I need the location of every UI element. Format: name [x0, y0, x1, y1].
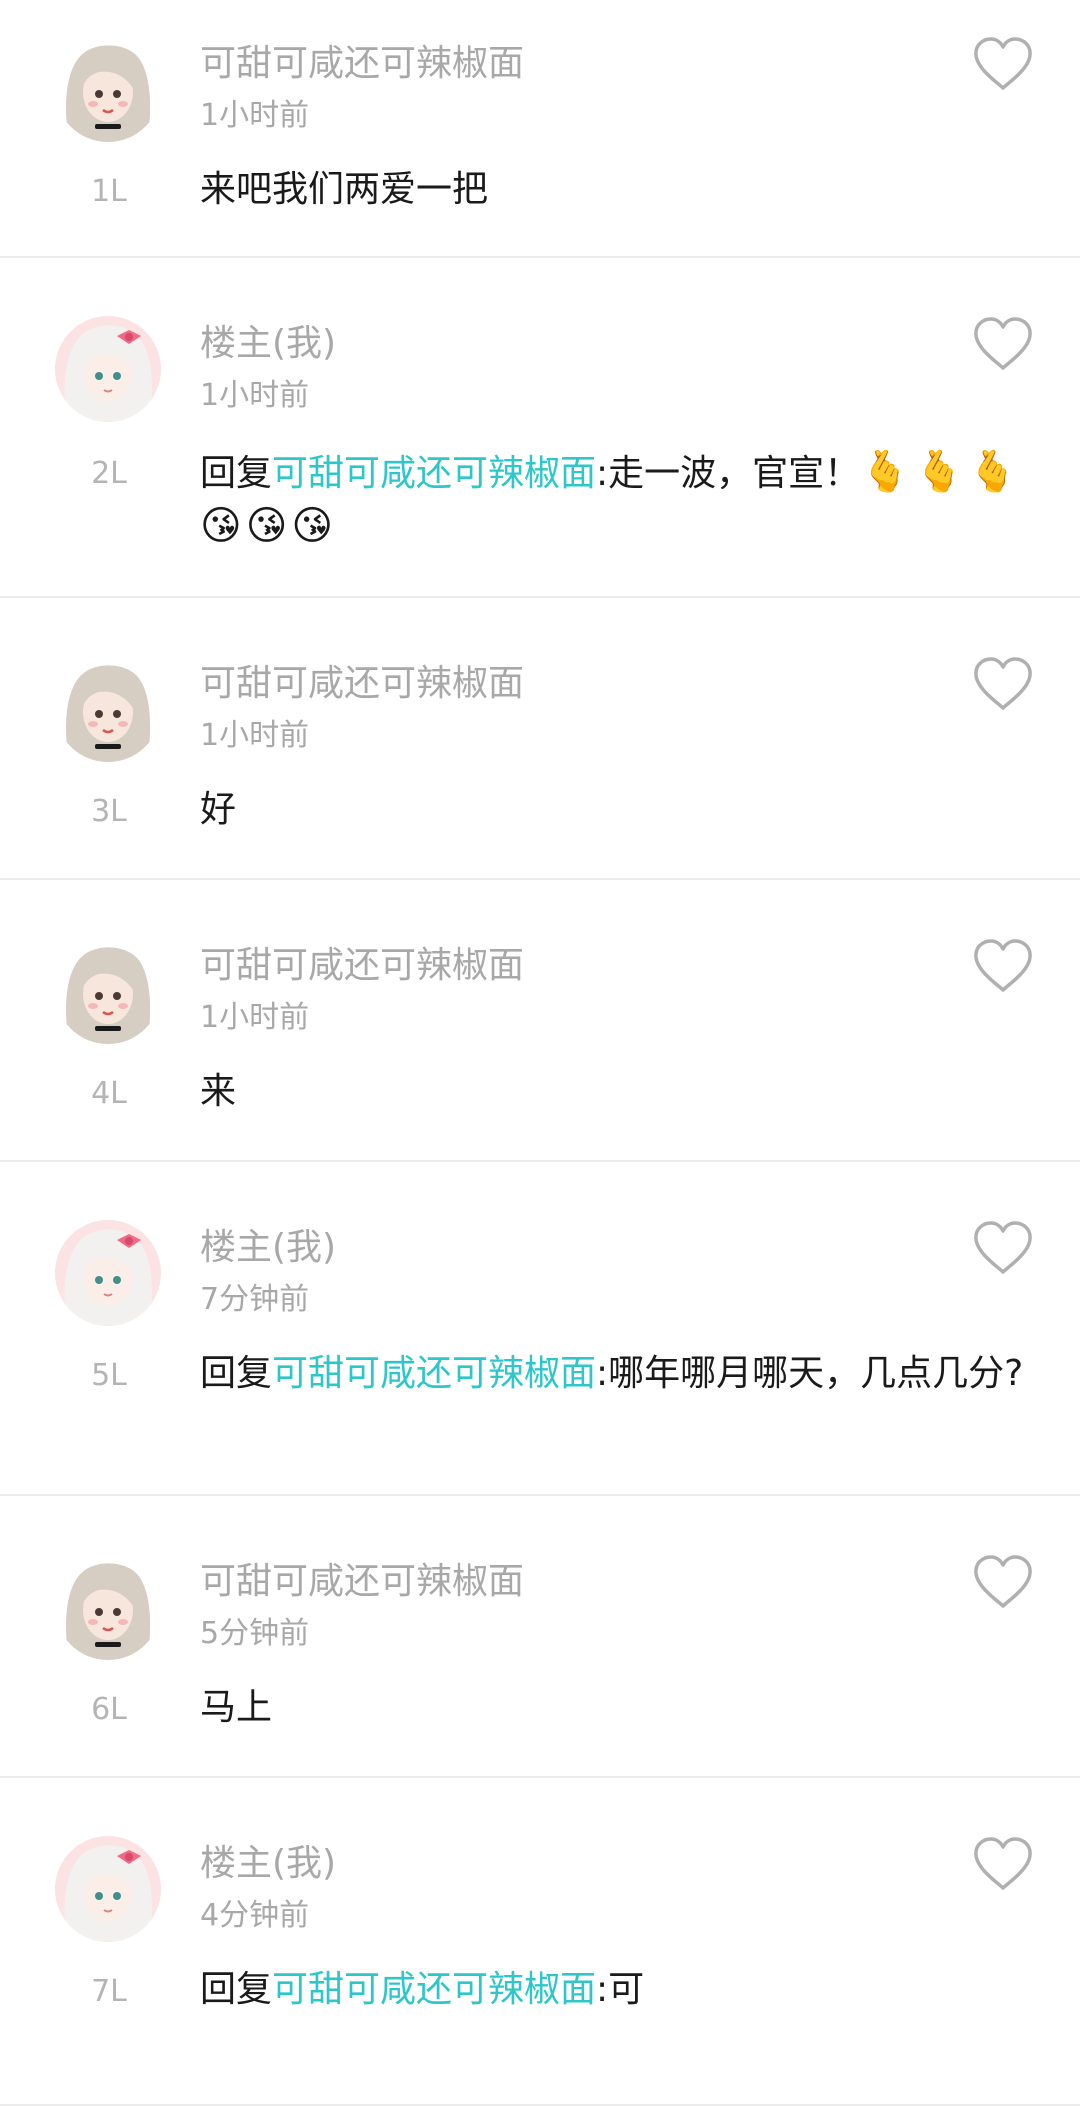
- owner-avatar-icon: [55, 1220, 161, 1326]
- floor-number: 4L: [91, 1076, 127, 1111]
- heart-outline-icon: [974, 1221, 1032, 1274]
- username[interactable]: 楼主(我): [200, 322, 336, 366]
- like-button[interactable]: [972, 1836, 1034, 1892]
- comment-body: 马上: [200, 1687, 273, 1728]
- timestamp: 7分钟前: [200, 1282, 310, 1317]
- comment-text: 回复可甜可咸还可辣椒面:可: [200, 1964, 1030, 2016]
- floor-number: 2L: [91, 456, 127, 491]
- floor-number: 5L: [91, 1358, 127, 1393]
- like-button[interactable]: [972, 36, 1034, 92]
- comment-item: 可甜可咸还可辣椒面 1小时前 3L 好: [0, 598, 1080, 880]
- comment-body: 来吧我们两爱一把: [200, 169, 489, 210]
- comment-list: 可甜可咸还可辣椒面 1小时前 1L 来吧我们两爱一把 楼主(我) 1小时前 2L…: [0, 0, 1080, 2106]
- girl-avatar-icon: [55, 36, 161, 142]
- username[interactable]: 楼主(我): [200, 1842, 336, 1886]
- like-button[interactable]: [972, 938, 1034, 994]
- comment-body: 来: [200, 1071, 237, 1112]
- heart-outline-icon: [974, 939, 1032, 992]
- comment-item: 可甜可咸还可辣椒面 1小时前 4L 来: [0, 880, 1080, 1162]
- heart-outline-icon: [974, 1555, 1032, 1608]
- girl-avatar-icon: [55, 938, 161, 1044]
- like-button[interactable]: [972, 1220, 1034, 1276]
- comment-body: :可: [596, 1969, 645, 2010]
- comment-body: :走一波，官宣！: [596, 453, 861, 494]
- floor-number: 3L: [91, 794, 127, 829]
- avatar[interactable]: [55, 938, 161, 1044]
- timestamp: 1小时前: [200, 378, 310, 413]
- like-button[interactable]: [972, 656, 1034, 712]
- timestamp: 1小时前: [200, 98, 310, 133]
- owner-avatar-icon: [55, 316, 161, 422]
- reply-prefix: 回复: [200, 1969, 273, 2010]
- heart-outline-icon: [974, 317, 1032, 370]
- comment-body: :哪年哪月哪天，几点几分?: [596, 1353, 1024, 1394]
- username[interactable]: 可甜可咸还可辣椒面: [200, 42, 524, 86]
- avatar[interactable]: [55, 1554, 161, 1660]
- avatar[interactable]: [55, 656, 161, 762]
- comment-text: 回复可甜可咸还可辣椒面:走一波，官宣！🫰🫰🫰😘😘😘: [200, 446, 1030, 554]
- comment-text: 马上: [200, 1682, 1030, 1734]
- comment-item: 楼主(我) 4分钟前 7L 回复可甜可咸还可辣椒面:可: [0, 1778, 1080, 2106]
- comment-item: 可甜可咸还可辣椒面 1小时前 1L 来吧我们两爱一把: [0, 0, 1080, 258]
- comment-text: 来吧我们两爱一把: [200, 164, 1030, 216]
- avatar[interactable]: [55, 1836, 161, 1942]
- avatar[interactable]: [55, 1220, 161, 1326]
- heart-outline-icon: [974, 657, 1032, 710]
- comment-text: 好: [200, 784, 1030, 836]
- avatar[interactable]: [55, 316, 161, 422]
- like-button[interactable]: [972, 316, 1034, 372]
- comment-body: 好: [200, 789, 237, 830]
- mention-link[interactable]: 可甜可咸还可辣椒面: [272, 1969, 596, 2010]
- floor-number: 7L: [91, 1974, 127, 2009]
- avatar[interactable]: [55, 36, 161, 142]
- timestamp: 4分钟前: [200, 1898, 310, 1933]
- heart-outline-icon: [974, 1837, 1032, 1890]
- mention-link[interactable]: 可甜可咸还可辣椒面: [272, 1353, 596, 1394]
- floor-number: 6L: [91, 1692, 127, 1727]
- username[interactable]: 楼主(我): [200, 1226, 336, 1270]
- timestamp: 1小时前: [200, 718, 310, 753]
- like-button[interactable]: [972, 1554, 1034, 1610]
- username[interactable]: 可甜可咸还可辣椒面: [200, 662, 524, 706]
- username[interactable]: 可甜可咸还可辣椒面: [200, 944, 524, 988]
- heart-outline-icon: [974, 37, 1032, 90]
- comment-text: 来: [200, 1066, 1030, 1118]
- timestamp: 1小时前: [200, 1000, 310, 1035]
- comment-text: 回复可甜可咸还可辣椒面:哪年哪月哪天，几点几分?: [200, 1348, 1030, 1400]
- reply-prefix: 回复: [200, 1353, 273, 1394]
- comment-item: 可甜可咸还可辣椒面 5分钟前 6L 马上: [0, 1496, 1080, 1778]
- girl-avatar-icon: [55, 656, 161, 762]
- timestamp: 5分钟前: [200, 1616, 310, 1651]
- comment-item: 楼主(我) 7分钟前 5L 回复可甜可咸还可辣椒面:哪年哪月哪天，几点几分?: [0, 1162, 1080, 1496]
- comment-item: 楼主(我) 1小时前 2L 回复可甜可咸还可辣椒面:走一波，官宣！🫰🫰🫰😘😘😘: [0, 258, 1080, 598]
- reply-prefix: 回复: [200, 453, 273, 494]
- mention-link[interactable]: 可甜可咸还可辣椒面: [272, 453, 596, 494]
- floor-number: 1L: [91, 174, 127, 209]
- owner-avatar-icon: [55, 1836, 161, 1942]
- girl-avatar-icon: [55, 1554, 161, 1660]
- username[interactable]: 可甜可咸还可辣椒面: [200, 1560, 524, 1604]
